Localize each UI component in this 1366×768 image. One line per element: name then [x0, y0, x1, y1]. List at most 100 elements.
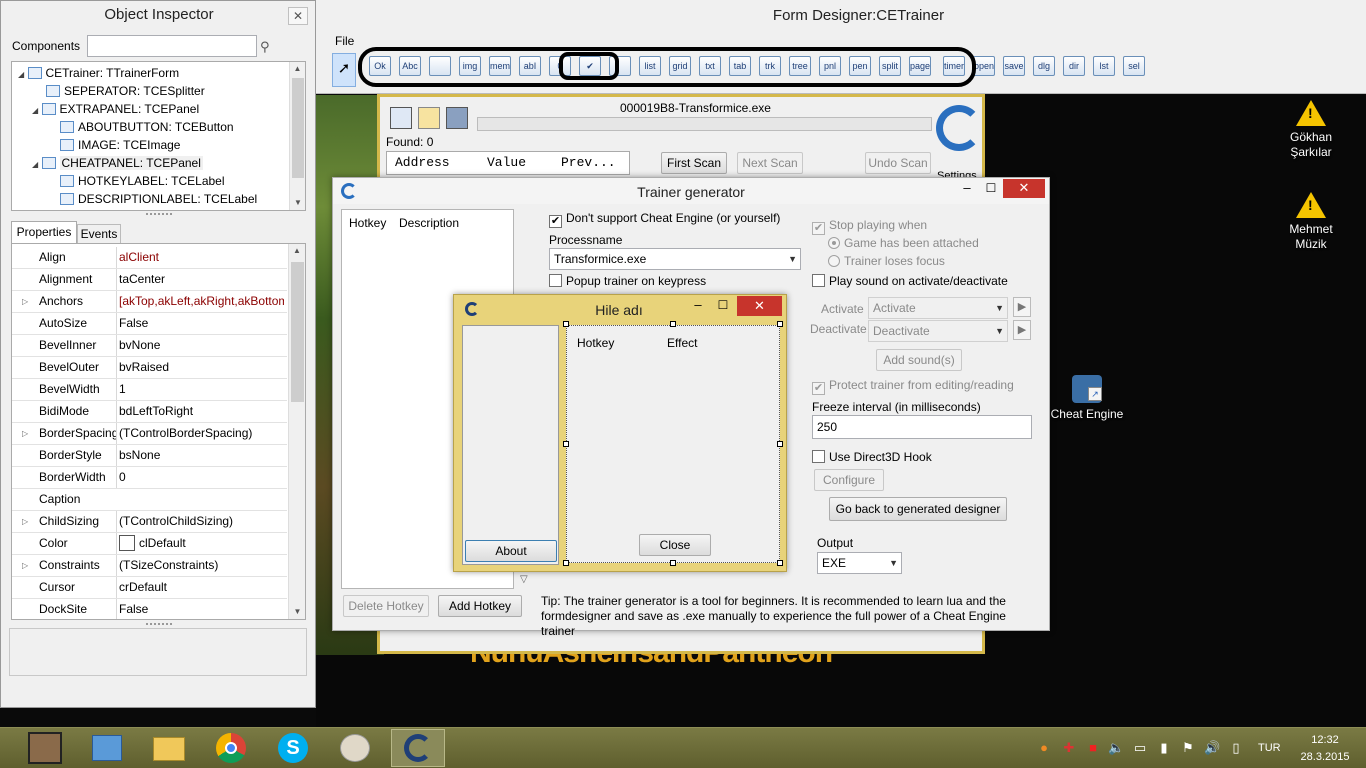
- property-value[interactable]: 1: [116, 379, 284, 400]
- expand-icon[interactable]: ▷: [22, 291, 28, 312]
- toolbar-component-icon[interactable]: save: [1003, 56, 1025, 76]
- chevron-down-icon[interactable]: ▽: [520, 574, 528, 585]
- minimize-button[interactable]: –: [686, 297, 710, 315]
- tree-item[interactable]: ◢ EXTRAPANEL: TCEPanel: [32, 101, 199, 119]
- tree-item-selected[interactable]: ◢ CHEATPANEL: TCEPanel: [32, 155, 203, 173]
- property-row[interactable]: BidiMode bdLeftToRight: [12, 401, 287, 423]
- delete-hotkey-button[interactable]: Delete Hotkey: [343, 595, 429, 617]
- close-button[interactable]: ✕: [1003, 179, 1045, 198]
- property-row[interactable]: BorderWidth 0: [12, 467, 287, 489]
- tab-events[interactable]: Events: [77, 224, 121, 243]
- tree-item[interactable]: DESCRIPTIONLABEL: TCELabel: [60, 191, 257, 207]
- add-sounds-button[interactable]: Add sound(s): [876, 349, 962, 371]
- selection-handle[interactable]: [563, 560, 569, 566]
- selection-handle[interactable]: [777, 441, 783, 447]
- expand-icon[interactable]: ▷: [22, 423, 28, 444]
- taskbar-app-skype[interactable]: S: [266, 729, 320, 767]
- selection-handle[interactable]: [777, 560, 783, 566]
- stop-playing-checkbox[interactable]: ✔ Stop playing when: [812, 218, 927, 235]
- property-value[interactable]: False: [116, 599, 284, 619]
- toolbar-component-icon[interactable]: open: [973, 56, 995, 76]
- property-row[interactable]: Color clDefault: [12, 533, 287, 555]
- taskbar-app-chrome[interactable]: [204, 729, 258, 767]
- tree-item[interactable]: ◢ CETrainer: TTrainerForm: [18, 65, 179, 83]
- tree-item[interactable]: IMAGE: TCEImage: [60, 137, 180, 153]
- property-value[interactable]: [akTop,akLeft,akRight,akBottom]: [116, 291, 284, 312]
- first-scan-button[interactable]: First Scan: [661, 152, 727, 174]
- toolbar-component-icon[interactable]: sel: [1123, 56, 1145, 76]
- volume-icon[interactable]: 🔈: [1108, 740, 1124, 756]
- minimize-button[interactable]: –: [955, 180, 979, 198]
- splitter-grip[interactable]: [146, 623, 172, 627]
- tree-item[interactable]: SEPERATOR: TCESplitter: [46, 83, 205, 99]
- deactivate-select[interactable]: Deactivate ▼: [868, 320, 1008, 342]
- property-value[interactable]: crDefault: [116, 577, 284, 598]
- close-trainer-button[interactable]: Close: [639, 534, 711, 556]
- components-filter-input[interactable]: [87, 35, 257, 57]
- output-select[interactable]: EXE ▼: [817, 552, 902, 574]
- dont-support-checkbox[interactable]: ✔ Don't support Cheat Engine (or yourself…: [549, 211, 780, 228]
- property-value[interactable]: bvRaised: [116, 357, 284, 378]
- clock-time[interactable]: 12:32: [1305, 734, 1345, 746]
- pointer-tool[interactable]: ➚: [332, 53, 356, 87]
- property-value[interactable]: clDefault: [116, 533, 284, 554]
- firefox-icon[interactable]: ●: [1036, 740, 1052, 756]
- desktop-icon-cheat-engine[interactable]: ↗ Cheat Engine: [1048, 375, 1126, 422]
- property-row[interactable]: BevelWidth 1: [12, 379, 287, 401]
- property-value[interactable]: bdLeftToRight: [116, 401, 284, 422]
- property-value[interactable]: taCenter: [116, 269, 284, 290]
- go-back-button[interactable]: Go back to generated designer: [829, 497, 1007, 521]
- property-value[interactable]: (TControlBorderSpacing): [116, 423, 284, 444]
- flag-icon[interactable]: ⚑: [1180, 740, 1196, 756]
- property-row[interactable]: ▷ ChildSizing (TControlChildSizing): [12, 511, 287, 533]
- expand-icon[interactable]: ▷: [22, 555, 28, 576]
- property-value[interactable]: (TControlChildSizing): [116, 511, 284, 532]
- property-value[interactable]: bsNone: [116, 445, 284, 466]
- next-scan-button[interactable]: Next Scan: [737, 152, 803, 174]
- undo-scan-button[interactable]: Undo Scan: [865, 152, 931, 174]
- protect-trainer-checkbox[interactable]: ✔ Protect trainer from editing/reading: [812, 378, 1014, 395]
- popup-trainer-checkbox[interactable]: Popup trainer on keypress: [549, 274, 706, 288]
- trainer-loses-focus-radio[interactable]: Trainer loses focus: [828, 254, 945, 268]
- processname-select[interactable]: Transformice.exe ▼: [549, 248, 801, 270]
- save-icon[interactable]: [446, 107, 468, 129]
- property-row[interactable]: Caption: [12, 489, 287, 511]
- property-row[interactable]: AutoSize False: [12, 313, 287, 335]
- activate-select[interactable]: Activate ▼: [868, 297, 1008, 319]
- toolbar-component-icon[interactable]: lst: [1093, 56, 1115, 76]
- selection-handle[interactable]: [563, 441, 569, 447]
- tab-properties[interactable]: Properties: [11, 221, 77, 243]
- media-icon[interactable]: ■: [1085, 740, 1101, 756]
- clock-date[interactable]: 28.3.2015: [1295, 751, 1355, 763]
- taskbar-app-avatar[interactable]: [18, 729, 72, 767]
- property-row[interactable]: Cursor crDefault: [12, 577, 287, 599]
- use-d3d-checkbox[interactable]: Use Direct3D Hook: [812, 450, 932, 464]
- property-scrollbar[interactable]: ▲ ▼: [288, 244, 305, 619]
- property-grid[interactable]: Align alClient Alignment taCenter ▷ Anchors [a…: [11, 243, 306, 620]
- open-process-icon[interactable]: [390, 107, 412, 129]
- property-row[interactable]: BevelOuter bvRaised: [12, 357, 287, 379]
- maximize-button[interactable]: ☐: [711, 297, 735, 315]
- filter-icon[interactable]: ⚲: [260, 39, 276, 55]
- property-value[interactable]: alClient: [116, 247, 284, 268]
- selection-handle[interactable]: [670, 321, 676, 327]
- property-row[interactable]: Align alClient: [12, 247, 287, 269]
- toolbar-component-icon[interactable]: dir: [1063, 56, 1085, 76]
- play-deactivate-icon[interactable]: ▶: [1013, 320, 1031, 340]
- property-row[interactable]: DockSite False: [12, 599, 287, 619]
- property-row[interactable]: BevelInner bvNone: [12, 335, 287, 357]
- maximize-button[interactable]: ☐: [979, 180, 1003, 198]
- tree-scrollbar[interactable]: ▲ ▼: [289, 62, 305, 210]
- splitter-grip[interactable]: [146, 213, 172, 217]
- network-app-icon[interactable]: ✚: [1061, 740, 1077, 756]
- battery-icon[interactable]: ▯: [1228, 740, 1244, 756]
- play-sound-checkbox[interactable]: Play sound on activate/deactivate: [812, 274, 1008, 288]
- desktop-icon-mehmet[interactable]: ! Mehmet Müzik: [1278, 192, 1344, 252]
- close-button[interactable]: ✕: [288, 7, 308, 25]
- taskbar-app-cheat-engine[interactable]: [391, 729, 445, 767]
- display-icon[interactable]: ▭: [1132, 740, 1148, 756]
- expand-icon[interactable]: ▷: [22, 511, 28, 532]
- tree-item[interactable]: HOTKEYLABEL: TCELabel: [60, 173, 225, 189]
- play-activate-icon[interactable]: ▶: [1013, 297, 1031, 317]
- taskbar-app-explorer[interactable]: [142, 729, 196, 767]
